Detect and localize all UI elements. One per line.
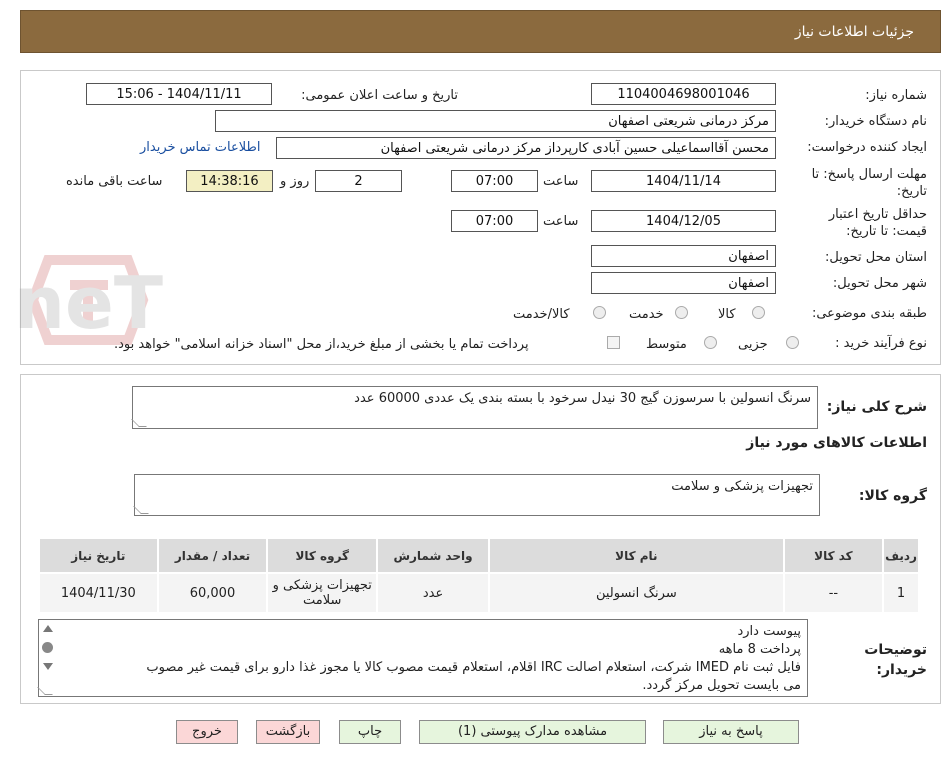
city-label: شهر محل تحویل: (832, 276, 927, 291)
category-service-label: خدمت (629, 307, 664, 322)
price-time-label: ساعت (543, 214, 579, 229)
cell-name: سرنگ انسولین (487, 572, 785, 614)
treasury-payment-checkbox[interactable] (607, 336, 620, 349)
reply-days-field: 2 (315, 170, 402, 192)
price-validity-date: 1404/12/05 (591, 210, 776, 232)
goods-group-text: تجهیزات پزشکی و سلامت (671, 479, 813, 494)
scroll-thumb[interactable] (42, 642, 53, 653)
cell-date: 1404/11/30 (38, 572, 159, 614)
province-field: اصفهان (591, 245, 776, 267)
page-title: جزئیات اطلاعات نیاز (794, 24, 914, 40)
buyer-note-line: فایل ثبت نام IMED شرکت، استعلام اصالت IR… (146, 660, 801, 675)
notes-scrollbar[interactable] (39, 620, 57, 696)
announce-datetime-label: تاریخ و ساعت اعلان عمومی: (301, 88, 458, 103)
back-button[interactable]: بازگشت (256, 720, 320, 744)
goods-section-title: اطلاعات کالاهای مورد نیاز (746, 435, 927, 451)
buyer-note-line: می بایست تحویل مرکز گردد. (642, 678, 801, 693)
buyer-note-line: پیوست دارد (737, 624, 801, 639)
purchase-minor-radio[interactable] (786, 336, 799, 349)
remaining-label: ساعت باقی مانده (66, 174, 163, 189)
buyer-note-line: پرداخت 8 ماهه (718, 642, 801, 657)
category-goods-service-label: کالا/خدمت (513, 307, 570, 322)
category-goods-label: کالا (718, 307, 736, 322)
col-qty-header: تعداد / مقدار (156, 537, 269, 574)
purchase-medium-label: متوسط (646, 337, 687, 352)
print-button[interactable]: چاپ (339, 720, 401, 744)
col-unit-header: واحد شمارش (376, 537, 490, 574)
remaining-time-field: 14:38:16 (186, 170, 273, 192)
reply-deadline-label: مهلت ارسال پاسخ: تا تاریخ: (811, 167, 927, 199)
city-field: اصفهان (591, 272, 776, 294)
reply-deadline-date: 1404/11/14 (591, 170, 776, 192)
buyer-org-field: مرکز درمانی شریعتی اصفهان (215, 110, 776, 132)
days-label: روز و (280, 174, 310, 189)
page-header: جزئیات اطلاعات نیاز (20, 10, 941, 53)
resize-grip-icon[interactable] (133, 506, 149, 514)
price-validity-label: حداقل تاریخ اعتبار قیمت: تا تاریخ: (828, 207, 927, 239)
col-row-header: ردیف (882, 537, 920, 574)
cell-qty: 60,000 (156, 572, 269, 614)
requester-field: محسن آقااسماعیلی حسین آبادی کارپرداز مرک… (276, 137, 776, 159)
buyer-contact-link[interactable]: اطلاعات تماس خریدار (140, 140, 260, 155)
price-validity-time: 07:00 (451, 210, 538, 232)
buyer-notes-label: توضیحات خریدار: (864, 642, 927, 678)
col-group-header: گروه کالا (266, 537, 379, 574)
exit-button[interactable]: خروج (176, 720, 238, 744)
category-goods-service-radio[interactable] (593, 306, 606, 319)
category-goods-radio[interactable] (752, 306, 765, 319)
need-number-label: شماره نیاز: (865, 88, 927, 103)
province-label: استان محل تحویل: (825, 250, 927, 265)
goods-table-header: ردیف کد کالا نام کالا واحد شمارش گروه کا… (38, 537, 920, 574)
col-code-header: کد کالا (782, 537, 885, 574)
goods-group-label: گروه کالا: (858, 488, 927, 504)
treasury-payment-note: پرداخت تمام یا بخشی از مبلغ خرید،از محل … (114, 337, 529, 352)
reply-button[interactable]: پاسخ به نیاز (663, 720, 799, 744)
summary-label: شرح کلی نیاز: (826, 399, 927, 415)
buyer-org-label: نام دستگاه خریدار: (824, 114, 927, 129)
scroll-up-icon[interactable] (43, 625, 53, 632)
purchase-medium-radio[interactable] (704, 336, 717, 349)
scroll-down-icon[interactable] (43, 663, 53, 670)
cell-code: -- (782, 572, 885, 614)
col-name-header: نام کالا (487, 537, 785, 574)
need-number-field: 1104004698001046 (591, 83, 776, 105)
purchase-minor-label: جزیی (738, 337, 768, 352)
goods-table: ردیف کد کالا نام کالا واحد شمارش گروه کا… (38, 537, 920, 614)
view-attachments-button[interactable]: مشاهده مدارک پیوستی (1) (419, 720, 646, 744)
announce-datetime-field: 1404/11/11 - 15:06 (86, 83, 272, 105)
requester-label: ایجاد کننده درخواست: (807, 140, 927, 155)
col-date-header: تاریخ نیاز (38, 537, 159, 574)
summary-textarea[interactable]: سرنگ انسولین با سرسوزن گیج 30 نیدل سرخود… (131, 386, 818, 429)
cell-group: تجهیزات پزشکی و سلامت (266, 572, 379, 614)
category-service-radio[interactable] (675, 306, 688, 319)
buyer-notes-textarea[interactable]: پیوست دارد پرداخت 8 ماهه فایل ثبت نام IM… (37, 619, 808, 697)
goods-group-textarea[interactable]: تجهیزات پزشکی و سلامت (133, 474, 820, 516)
reply-time-label: ساعت (543, 174, 579, 189)
cell-unit: عدد (376, 572, 490, 614)
cell-row: 1 (882, 572, 920, 614)
table-row: 1 -- سرنگ انسولین عدد تجهیزات پزشکی و سل… (38, 572, 920, 614)
reply-deadline-time: 07:00 (451, 170, 538, 192)
summary-text: سرنگ انسولین با سرسوزن گیج 30 نیدل سرخود… (354, 391, 811, 406)
watermark-text: AriaTender.neT (18, 261, 163, 345)
resize-grip-icon[interactable] (131, 419, 147, 427)
purchase-type-label: نوع فرآیند خرید : (835, 336, 927, 351)
category-label: طبقه بندی موضوعی: (811, 306, 927, 321)
